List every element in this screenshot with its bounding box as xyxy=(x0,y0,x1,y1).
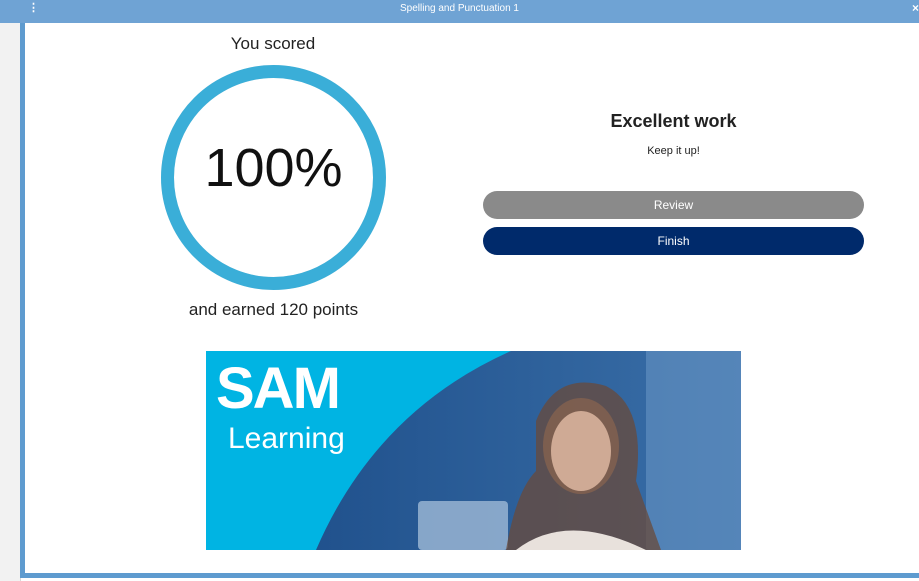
background-left-strip xyxy=(0,0,21,581)
banner-window-light xyxy=(646,351,741,550)
score-label: You scored xyxy=(230,34,316,53)
close-icon[interactable]: × xyxy=(912,0,919,17)
sam-logo-text: SAM xyxy=(216,356,339,421)
vertical-dots-icon[interactable]: ⋮ xyxy=(28,0,39,17)
finish-button[interactable]: Finish xyxy=(483,227,864,255)
feedback-title: Excellent work xyxy=(610,111,737,131)
sam-learning-banner: SAM Learning xyxy=(206,351,741,550)
review-button[interactable]: Review xyxy=(483,191,864,219)
feedback-subtitle: Keep it up! xyxy=(647,145,700,157)
dialog-title: Spelling and Punctuation 1 xyxy=(400,3,519,14)
learning-logo-text: Learning xyxy=(228,422,345,455)
person-face-detail xyxy=(551,411,611,491)
dialog-titlebar: ⋮ Spelling and Punctuation 1 × xyxy=(0,0,919,23)
laptop-shape xyxy=(418,501,508,550)
points-earned-label: and earned 120 points xyxy=(188,300,359,319)
banner-artwork: SAM Learning xyxy=(206,351,741,550)
score-percent: 100% xyxy=(204,138,343,198)
